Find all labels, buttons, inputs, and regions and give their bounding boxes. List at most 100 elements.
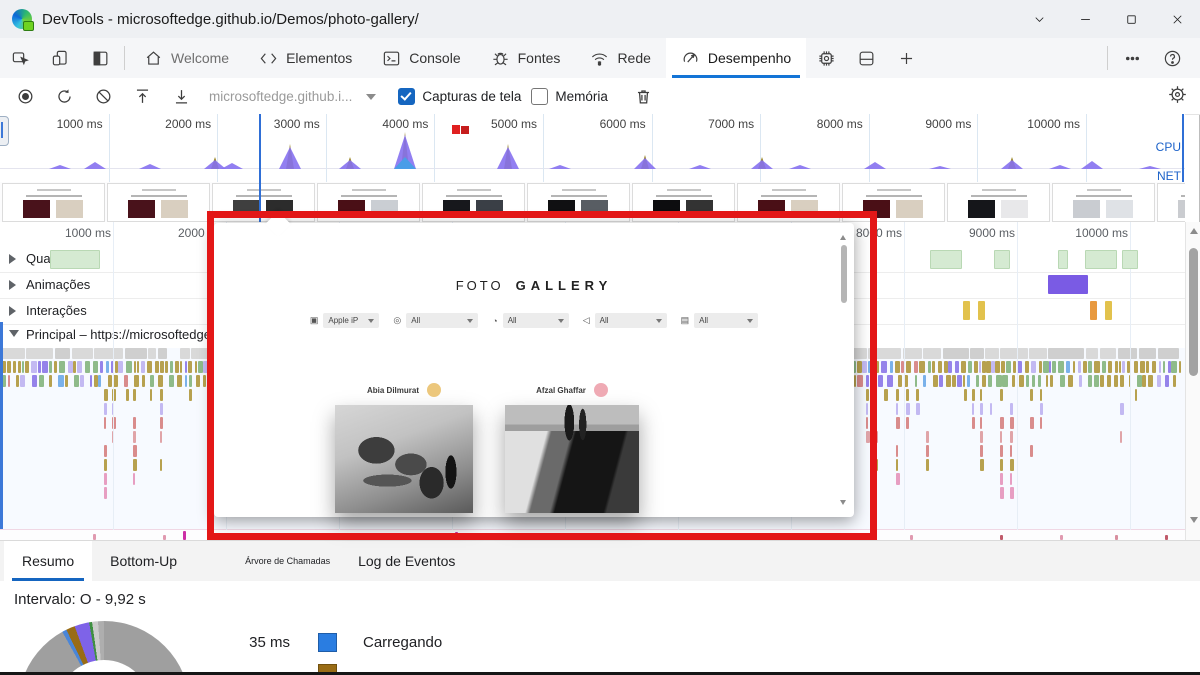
decor xyxy=(1073,200,1100,218)
flame-bar xyxy=(874,389,877,401)
custom-devices-button[interactable] xyxy=(806,38,846,78)
dropdown-caret-icon[interactable] xyxy=(366,94,376,105)
filmstrip-thumbnail[interactable] xyxy=(632,183,735,222)
decor xyxy=(341,195,397,197)
screenshots-checkbox[interactable] xyxy=(398,88,415,105)
decor xyxy=(338,200,365,218)
flame-bar xyxy=(94,375,98,387)
cpu-activity-peak xyxy=(1139,166,1161,169)
tab-bottom-up[interactable]: Bottom-Up xyxy=(92,541,195,581)
filmstrip-thumbnail[interactable] xyxy=(737,183,840,222)
filmstrip-thumbnail[interactable] xyxy=(2,183,105,222)
flame-bar xyxy=(1119,361,1122,373)
decor xyxy=(233,200,260,218)
save-profile-button[interactable] xyxy=(172,87,191,106)
capture-settings-button[interactable] xyxy=(1167,84,1188,108)
cpu-track-label: CPU xyxy=(1156,140,1181,154)
screenshot-preview-popup: FOTOGALLERY ▣Apple iP◎All◔All◁All▤All Ab… xyxy=(214,223,854,517)
photo-shadows xyxy=(505,405,639,513)
flame-bar xyxy=(90,375,92,387)
expand-arrow-icon[interactable] xyxy=(9,254,16,264)
flame-bar xyxy=(854,375,856,387)
decor xyxy=(236,195,292,197)
flame-bar xyxy=(1010,459,1014,471)
flame-bar xyxy=(134,375,139,387)
delete-recording-button[interactable] xyxy=(634,87,653,106)
window-title: DevTools - microsoftedge.github.io/Demos… xyxy=(42,11,419,28)
tab-elements[interactable]: Elementos xyxy=(244,38,367,78)
filmstrip-thumbnail[interactable] xyxy=(212,183,315,222)
tab-summary[interactable]: Resumo xyxy=(4,541,92,581)
flame-bar xyxy=(142,375,145,387)
flame-bar xyxy=(919,361,925,373)
filmstrip-thumbnail[interactable] xyxy=(422,183,525,222)
dock-options-chevron-button[interactable] xyxy=(1016,0,1062,38)
flame-bar xyxy=(980,403,983,415)
gridline xyxy=(217,114,218,182)
gridline xyxy=(543,114,544,182)
reload-and-record-button[interactable] xyxy=(55,87,74,106)
decor xyxy=(457,189,491,191)
flame-bar xyxy=(1179,361,1181,373)
tab-sources[interactable]: Fontes xyxy=(476,38,576,78)
gridline xyxy=(326,114,327,182)
inspect-element-button[interactable] xyxy=(0,38,40,78)
task-bar xyxy=(1139,348,1156,359)
tab-event-log[interactable]: Log de Eventos xyxy=(340,541,473,581)
filter-icon: ◁ xyxy=(583,315,590,326)
scrollbar-thumb[interactable] xyxy=(1189,248,1198,376)
close-icon xyxy=(1170,12,1185,27)
interactions-track-label: Interações xyxy=(26,303,87,318)
expand-arrow-icon[interactable] xyxy=(9,306,16,316)
help-button[interactable] xyxy=(1152,49,1192,68)
filmstrip-thumbnail[interactable] xyxy=(527,183,630,222)
frame-block xyxy=(994,250,1010,269)
filmstrip-thumbnail[interactable] xyxy=(1052,183,1155,222)
flame-bar xyxy=(160,431,162,443)
flame-bar xyxy=(1001,361,1005,373)
filmstrip-thumbnail[interactable] xyxy=(842,183,945,222)
customize-devtools-button[interactable] xyxy=(1112,49,1152,68)
minimize-button[interactable] xyxy=(1062,0,1108,38)
timeline-overview[interactable]: CPU NET 1000 ms2000 ms3000 ms4000 ms5000… xyxy=(0,114,1185,183)
device-emulation-button[interactable] xyxy=(40,38,80,78)
selection-left-handle[interactable] xyxy=(0,116,9,146)
load-profile-button[interactable] xyxy=(133,87,152,106)
filmstrip-thumbnail[interactable] xyxy=(317,183,420,222)
flame-bar xyxy=(866,417,868,429)
filmstrip-thumbnail[interactable] xyxy=(947,183,1050,222)
tab-welcome[interactable]: Welcome xyxy=(129,38,244,78)
flame-bar xyxy=(857,361,861,373)
close-button[interactable] xyxy=(1154,0,1200,38)
expand-arrow-icon[interactable] xyxy=(9,280,16,290)
tab-network[interactable]: Rede xyxy=(575,38,665,78)
memory-checkbox[interactable] xyxy=(531,88,548,105)
clear-recording-button[interactable] xyxy=(94,87,113,106)
preview-brand-gallery: GALLERY xyxy=(516,278,613,293)
maximize-button[interactable] xyxy=(1108,0,1154,38)
filmstrip-thumbnail[interactable] xyxy=(107,183,210,222)
profile-url-select[interactable]: microsoftedge.github.i... xyxy=(209,89,352,104)
record-button[interactable] xyxy=(16,87,35,106)
collapse-arrow-icon[interactable] xyxy=(9,330,19,337)
photo-author: Abia Dilmurat xyxy=(367,386,419,395)
tab-performance[interactable]: Desempenho xyxy=(666,38,806,78)
tab-call-tree[interactable]: Árvore de Chamadas xyxy=(235,541,340,581)
flame-bar xyxy=(995,361,1000,373)
activity-bar-toggle-button[interactable] xyxy=(80,38,120,78)
dock-layout-button[interactable] xyxy=(846,38,886,78)
tab-console[interactable]: Console xyxy=(367,38,475,78)
flame-bar xyxy=(1146,361,1149,373)
scroll-up-icon[interactable] xyxy=(1190,228,1198,234)
flame-bar xyxy=(866,403,868,415)
more-tools-add-button[interactable] xyxy=(886,38,926,78)
flame-bar xyxy=(874,375,877,387)
tracks-scrollbar[interactable] xyxy=(1185,222,1200,540)
scroll-down-icon[interactable] xyxy=(1190,517,1198,523)
selection-right-edge[interactable] xyxy=(1182,114,1184,182)
timeline-playhead[interactable] xyxy=(259,114,261,222)
filmstrip-thumbnail[interactable] xyxy=(1157,183,1185,222)
gridline xyxy=(1017,222,1018,530)
gridline xyxy=(760,114,761,182)
flame-bar xyxy=(1168,361,1171,373)
